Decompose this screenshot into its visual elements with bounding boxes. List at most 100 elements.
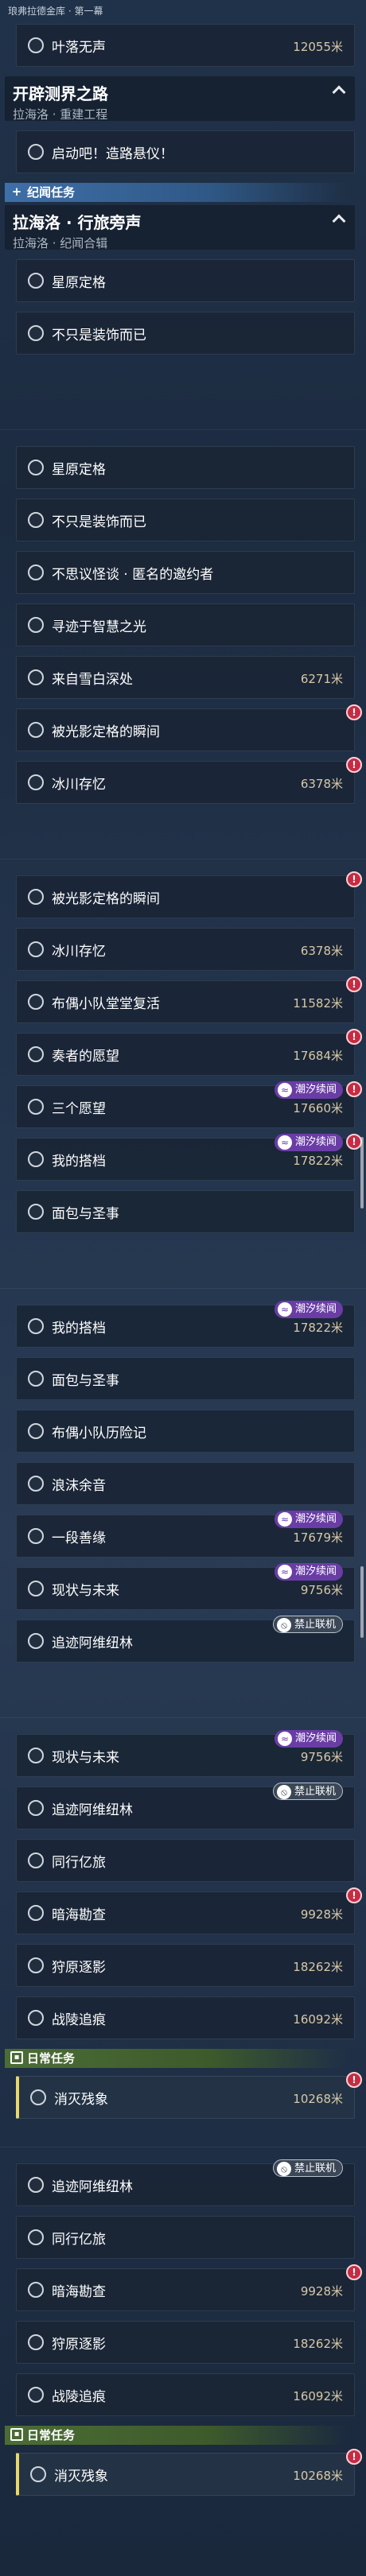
quest-item[interactable]: 现状与未来 9756米 ≈ 潮汐续闻 <box>16 1730 355 1777</box>
quest-item[interactable]: 消灭残象 10268米! <box>16 2449 362 2496</box>
quest-item[interactable]: 冰川存忆 6378米 <box>16 928 355 971</box>
quest-item[interactable]: 一段善缘 17679米 ≈ 潮汐续闻 <box>16 1511 355 1558</box>
radio-circle-icon[interactable] <box>28 722 44 738</box>
quest-item[interactable]: 狩原逐影 18262米 <box>16 2321 355 2364</box>
quest-name: 星原定格 <box>52 275 106 291</box>
quest-name: 消灭残象 <box>54 2469 108 2485</box>
quest-item[interactable]: 同行亿旅 <box>16 2216 355 2259</box>
radio-circle-icon[interactable] <box>28 941 44 957</box>
radio-circle-icon[interactable] <box>28 1046 44 1062</box>
quest-item[interactable]: 三个愿望 17660米 ≈ 潮汐续闻! <box>16 1081 362 1128</box>
radio-circle-icon[interactable] <box>30 2089 46 2105</box>
radio-circle-icon[interactable] <box>28 1633 44 1649</box>
quest-item[interactable]: 暗海勘查 9928米! <box>16 1887 362 1934</box>
radio-circle-icon[interactable] <box>28 144 44 160</box>
quest-item[interactable]: 追迹阿维纽林 ⦸ 禁止联机 <box>16 1783 355 1829</box>
radio-circle-icon[interactable] <box>28 2282 44 2298</box>
radio-circle-icon[interactable] <box>28 1318 44 1334</box>
quest-item[interactable]: 追迹阿维纽林 ⦸ 禁止联机 <box>16 2159 355 2206</box>
quest-item[interactable]: 被光影定格的瞬间! <box>16 871 362 918</box>
radio-circle-icon[interactable] <box>28 2177 44 2193</box>
quest-item[interactable]: 寻迹于智慧之光 <box>16 603 355 646</box>
quest-item[interactable]: 不只是装饰而已 <box>16 312 355 355</box>
scrollbar[interactable] <box>360 1137 364 1208</box>
quest-item[interactable]: 被光影定格的瞬间! <box>16 704 362 751</box>
quest-item[interactable]: 叶落无声 12055米 <box>16 24 355 67</box>
quest-item[interactable]: 面包与圣事 <box>16 1357 355 1400</box>
radio-circle-icon[interactable] <box>28 37 44 53</box>
quest-name: 狩原逐影 <box>52 2337 106 2353</box>
radio-circle-icon[interactable] <box>28 1204 44 1220</box>
group-title: 开辟测界之路 <box>13 84 108 103</box>
exclamation-alert-icon: ! <box>346 2449 362 2465</box>
group-header[interactable]: 开辟测界之路 拉海洛 · 重建工程 <box>5 76 355 122</box>
quest-item[interactable]: 战陵追痕 16092米 <box>16 1996 355 2039</box>
radio-circle-icon[interactable] <box>28 2387 44 2403</box>
quest-list: 启动吧！造路悬仪！ <box>0 130 366 173</box>
radio-circle-icon[interactable] <box>28 1581 44 1596</box>
radio-circle-icon[interactable] <box>28 1371 44 1387</box>
radio-circle-icon[interactable] <box>28 1423 44 1439</box>
quest-name: 暗海勘查 <box>52 1907 106 1923</box>
quest-item[interactable]: 星原定格 <box>16 446 355 489</box>
quest-distance: 17679米 <box>293 1530 343 1545</box>
radio-circle-icon[interactable] <box>28 1151 44 1167</box>
radio-circle-icon[interactable] <box>28 1528 44 1544</box>
quest-distance: 18262米 <box>293 1960 343 1974</box>
radio-circle-icon[interactable] <box>28 1905 44 1921</box>
quest-distance: 6271米 <box>300 672 343 686</box>
radio-circle-icon[interactable] <box>28 512 44 528</box>
radio-circle-icon[interactable] <box>28 994 44 1010</box>
tide-sequel-badge: ≈ 潮汐续闻 <box>274 1134 343 1151</box>
radio-circle-icon[interactable] <box>28 1800 44 1816</box>
radio-circle-icon[interactable] <box>28 564 44 580</box>
plus-category-icon: + <box>11 184 22 199</box>
quest-item[interactable]: 我的搭档 17822米 ≈ 潮汐续闻 <box>16 1301 355 1348</box>
radio-circle-icon[interactable] <box>28 325 44 341</box>
radio-circle-icon[interactable] <box>28 1748 44 1763</box>
quest-item[interactable]: 消灭残象 10268米! <box>16 2072 362 2119</box>
radio-circle-icon[interactable] <box>28 1852 44 1868</box>
quest-item[interactable]: 浪沫余音 <box>16 1462 355 1505</box>
radio-circle-icon[interactable] <box>28 273 44 289</box>
quest-name: 战陵追痕 <box>52 2389 106 2405</box>
quest-item[interactable]: 布偶小队历险记 <box>16 1410 355 1453</box>
tide-sequel-badge-icon: ≈ <box>277 1135 292 1150</box>
quest-item[interactable]: 面包与圣事 <box>16 1190 355 1233</box>
quest-item[interactable]: 启动吧！造路悬仪！ <box>16 130 355 173</box>
radio-circle-icon[interactable] <box>30 2466 46 2482</box>
radio-circle-icon[interactable] <box>28 1476 44 1492</box>
quest-item[interactable]: 追迹阿维纽林 ⦸ 禁止联机 <box>16 1616 355 1662</box>
quest-item[interactable]: 现状与未来 9756米 ≈ 潮汐续闻 <box>16 1563 355 1610</box>
quest-distance: 18262米 <box>293 2337 343 2351</box>
quest-distance: 16092米 <box>293 2012 343 2027</box>
quest-item[interactable]: 不思议怪谈 · 匿名的邀约者 <box>16 551 355 594</box>
radio-circle-icon[interactable] <box>28 889 44 905</box>
quest-item[interactable]: 不只是装饰而已 <box>16 499 355 541</box>
category-bar: ▪ 日常任务 <box>5 2049 347 2068</box>
radio-circle-icon[interactable] <box>28 669 44 685</box>
quest-item[interactable]: 狩原逐影 18262米 <box>16 1944 355 1987</box>
quest-distance: 9756米 <box>300 1583 343 1597</box>
quest-item[interactable]: 战陵追痕 16092米 <box>16 2373 355 2416</box>
scrollbar[interactable] <box>360 1566 364 1638</box>
quest-item[interactable]: 同行亿旅 <box>16 1839 355 1882</box>
radio-circle-icon[interactable] <box>28 460 44 475</box>
quest-item[interactable]: 冰川存忆 6378米! <box>16 757 362 804</box>
radio-circle-icon[interactable] <box>28 774 44 790</box>
radio-circle-icon[interactable] <box>28 2229 44 2245</box>
radio-circle-icon[interactable] <box>28 1957 44 1973</box>
radio-circle-icon[interactable] <box>28 617 44 633</box>
quest-item[interactable]: 奏者的愿望 17684米! <box>16 1029 362 1076</box>
radio-circle-icon[interactable] <box>28 2334 44 2350</box>
quest-item[interactable]: 来自雪白深处 6271米 <box>16 656 355 699</box>
radio-circle-icon[interactable] <box>28 1099 44 1115</box>
group-header[interactable]: 拉海洛 · 行旅旁声 拉海洛 · 纪闻合辑 <box>5 205 355 250</box>
no-coop-badge: ⦸ 禁止联机 <box>272 1783 343 1800</box>
quest-item[interactable]: 暗海勘查 9928米! <box>16 2264 362 2311</box>
quest-item[interactable]: 布偶小队堂堂复活 11582米! <box>16 976 362 1023</box>
radio-circle-icon[interactable] <box>28 2010 44 2026</box>
quest-item[interactable]: 星原定格 <box>16 259 355 302</box>
quest-item[interactable]: 我的搭档 17822米 ≈ 潮汐续闻! <box>16 1134 362 1181</box>
quest-name: 同行亿旅 <box>52 1855 106 1871</box>
